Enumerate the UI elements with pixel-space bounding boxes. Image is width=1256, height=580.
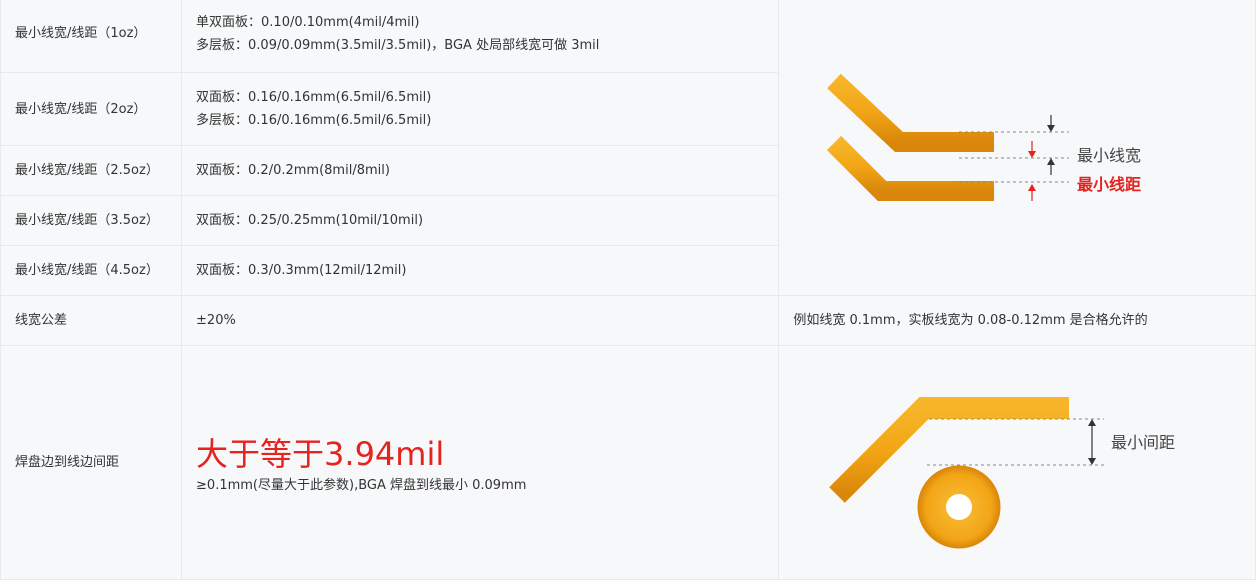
value-cell: 大于等于3.94mil ≥0.1mm(尽量大于此参数),BGA 焊盘到线最小 0… [181, 345, 780, 580]
value-cell: 双面板：0.25/0.25mm(10mil/10mil) [181, 195, 780, 246]
value-line: ≥0.1mm(尽量大于此参数),BGA 焊盘到线最小 0.09mm [196, 478, 527, 493]
width-arrow-icon [1047, 115, 1056, 175]
value-cell: 双面板：0.16/0.16mm(6.5mil/6.5mil) 多层板：0.16/… [181, 72, 780, 146]
spacing-arrow-icon [1028, 141, 1037, 201]
param-cell: 最小线宽/线距（1oz） [0, 0, 183, 73]
spec-table: 最小线宽/线距（1oz） 单双面板：0.10/0.10mm(4mil/4mil)… [0, 0, 1256, 580]
spacing-arrow-icon [1088, 419, 1097, 465]
value-line: 多层板：0.16/0.16mm(6.5mil/6.5mil) [196, 113, 432, 128]
min-spacing-label: 最小间距 [1111, 433, 1175, 452]
line-width-spacing-diagram: 最小线宽 最小线距 [778, 0, 1256, 296]
table-row: 焊盘边到线边间距 大于等于3.94mil ≥0.1mm(尽量大于此参数),BGA… [0, 345, 1256, 580]
value-cell: 双面板：0.3/0.3mm(12mil/12mil) [181, 245, 780, 296]
param-cell: 线宽公差 [0, 295, 183, 346]
highlight-value: 大于等于3.94mil [196, 435, 445, 473]
value-cell: 双面板：0.2/0.2mm(8mil/8mil) [181, 145, 780, 196]
pad-diagram-svg: 最小间距 [829, 397, 1175, 549]
upper-trace [827, 73, 995, 152]
param-cell: 最小线宽/线距（2oz） [0, 72, 183, 146]
note-cell: 例如线宽 0.1mm，实板线宽为 0.08-0.12mm 是合格允许的 [778, 295, 1256, 346]
value-cell: ±20% [181, 295, 780, 346]
pad-spacing-diagram: 最小间距 [778, 345, 1256, 580]
table-row: 最小线宽/线距（1oz） 单双面板：0.10/0.10mm(4mil/4mil)… [0, 0, 1256, 296]
trace-diagram-svg: 最小线宽 最小线距 [827, 73, 1141, 201]
min-width-label: 最小线宽 [1077, 146, 1141, 165]
param-cell: 最小线宽/线距（4.5oz） [0, 245, 183, 296]
param-cell: 最小线宽/线距（3.5oz） [0, 195, 183, 246]
value-line: 单双面板：0.10/0.10mm(4mil/4mil) [196, 14, 420, 30]
param-cell: 焊盘边到线边间距 [0, 345, 183, 580]
table-row: 线宽公差 ±20% 例如线宽 0.1mm，实板线宽为 0.08-0.12mm 是… [0, 295, 1256, 346]
min-spacing-label: 最小线距 [1077, 175, 1141, 194]
value-line: 双面板：0.16/0.16mm(6.5mil/6.5mil) [196, 90, 432, 105]
value-line: 多层板：0.09/0.09mm(3.5mil/3.5mil)，BGA 处局部线宽… [196, 37, 600, 53]
value-cell: 单双面板：0.10/0.10mm(4mil/4mil) 多层板：0.09/0.0… [181, 0, 780, 73]
param-cell: 最小线宽/线距（2.5oz） [0, 145, 183, 196]
